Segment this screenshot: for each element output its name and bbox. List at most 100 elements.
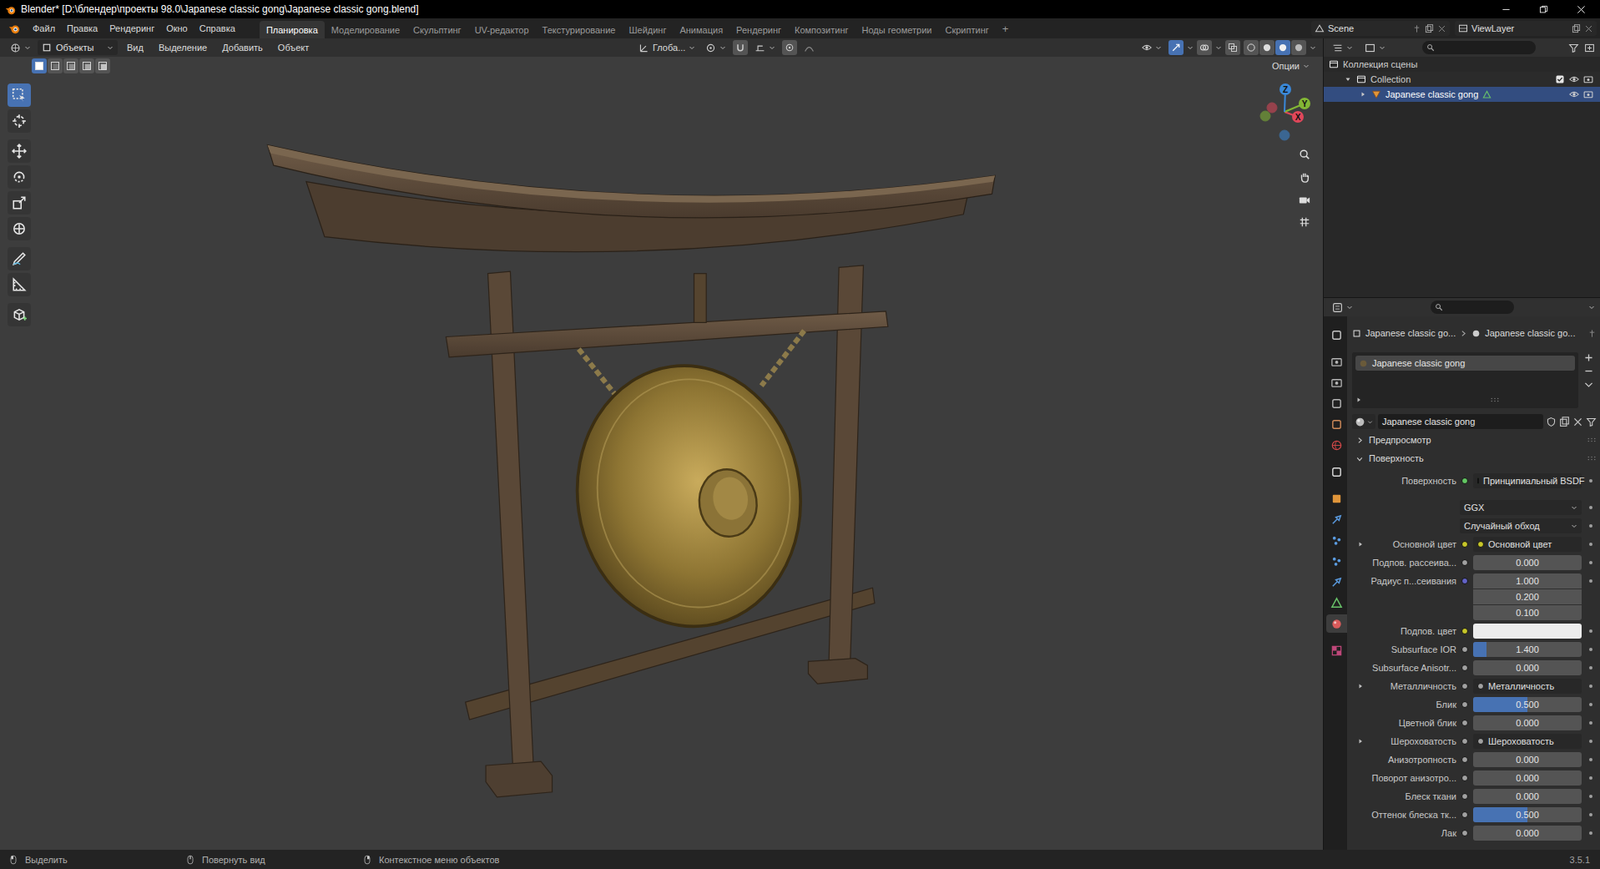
panel-header[interactable]: Поверхность — [1352, 449, 1597, 468]
ortho-toggle-button[interactable] — [1294, 211, 1315, 233]
menu-item[interactable]: Справка — [193, 23, 242, 34]
linked-input[interactable]: Основной цвет — [1473, 536, 1582, 552]
socket-dot[interactable] — [1461, 701, 1469, 708]
options-dropdown[interactable]: Опции — [1266, 58, 1315, 74]
menu-item[interactable]: Рендеринг — [103, 23, 161, 34]
linked-input[interactable]: Принципиальный BSDF — [1473, 473, 1582, 489]
properties-tab[interactable] — [1326, 435, 1348, 455]
keyframe-dot[interactable] — [1589, 721, 1593, 725]
linked-input[interactable]: Шероховатость — [1473, 733, 1582, 749]
mode-dropdown[interactable]: Объекты — [37, 40, 118, 56]
properties-tab[interactable] — [1326, 530, 1348, 550]
close-button[interactable] — [1562, 0, 1600, 19]
panel-header[interactable]: Предпросмотр — [1352, 430, 1597, 450]
dropdown[interactable]: GGX — [1459, 499, 1582, 515]
fake-user-icon[interactable] — [1545, 416, 1557, 428]
viewport-menu[interactable]: Добавить — [216, 42, 269, 53]
filter-icon[interactable] — [1568, 42, 1580, 54]
properties-tab[interactable] — [1326, 551, 1348, 571]
falloff-dropdown[interactable] — [800, 40, 818, 56]
select-mode-button[interactable] — [47, 58, 63, 74]
number-slider[interactable]: 0.000 — [1473, 555, 1582, 571]
keyframe-dot[interactable] — [1589, 479, 1593, 483]
tool-button[interactable] — [7, 272, 31, 297]
keyframe-dot[interactable] — [1589, 812, 1593, 817]
xray-toggle[interactable] — [1225, 40, 1241, 56]
restore-button[interactable] — [1524, 0, 1563, 19]
keyframe-dot[interactable] — [1589, 524, 1593, 528]
shading-mode-button[interactable] — [1243, 40, 1259, 56]
number-slider[interactable]: 1.400 — [1473, 641, 1582, 657]
color-swatch[interactable] — [1473, 623, 1582, 639]
properties-tab[interactable] — [1326, 489, 1348, 508]
duplicate-icon[interactable] — [1559, 416, 1570, 428]
shading-mode-button[interactable] — [1259, 40, 1275, 56]
add-workspace-button[interactable]: + — [995, 19, 1016, 39]
outliner-item[interactable]: Collection — [1323, 71, 1600, 87]
properties-tab[interactable] — [1326, 373, 1348, 392]
properties-tab[interactable] — [1326, 393, 1348, 413]
socket-dot[interactable] — [1461, 719, 1469, 727]
properties-tab[interactable] — [1326, 593, 1348, 612]
number-slider[interactable]: 0.000 — [1473, 825, 1582, 841]
outliner-search[interactable] — [1422, 40, 1536, 55]
tool-button[interactable] — [7, 139, 31, 163]
workspace-tab[interactable]: Моделирование — [324, 20, 407, 39]
tool-button[interactable] — [7, 83, 31, 107]
slot-menu-icon[interactable] — [1583, 378, 1595, 390]
pin-icon[interactable] — [1412, 24, 1422, 34]
unlink-icon[interactable] — [1572, 416, 1584, 428]
view-layer-selector[interactable]: ViewLayer — [1454, 20, 1597, 36]
socket-dot[interactable] — [1461, 577, 1469, 585]
socket-dot[interactable] — [1461, 811, 1469, 818]
vector-field[interactable]: 1.000 — [1473, 573, 1582, 589]
tool-button[interactable] — [7, 109, 31, 133]
copy-icon[interactable] — [1571, 24, 1581, 34]
menu-item[interactable]: Правка — [60, 23, 104, 34]
outliner-item[interactable]: Japanese classic gong — [1323, 86, 1600, 102]
socket-dot[interactable] — [1461, 559, 1469, 566]
remove-slot-icon[interactable] — [1583, 365, 1595, 377]
keyframe-dot[interactable] — [1589, 794, 1593, 798]
workspace-tab[interactable]: Анимация — [672, 20, 730, 39]
keyframe-dot[interactable] — [1589, 776, 1593, 780]
socket-dot[interactable] — [1461, 792, 1469, 800]
viewport-menu[interactable]: Выделение — [152, 42, 213, 53]
linked-input[interactable]: Металличность — [1473, 678, 1582, 694]
keyframe-dot[interactable] — [1589, 702, 1593, 707]
blender-menu[interactable] — [6, 22, 27, 35]
select-mode-button[interactable] — [31, 58, 47, 74]
socket-dot[interactable] — [1461, 540, 1469, 548]
socket-dot[interactable] — [1461, 627, 1469, 635]
camera-view-button[interactable] — [1294, 189, 1315, 210]
pan-button[interactable] — [1294, 166, 1315, 187]
eye-icon[interactable] — [1569, 74, 1580, 85]
vector-field[interactable]: 0.100 — [1473, 605, 1582, 621]
vector-field[interactable]: 0.200 — [1473, 589, 1582, 605]
workspace-tab[interactable]: Рендеринг — [729, 20, 788, 39]
tool-button[interactable] — [7, 191, 31, 215]
render-camera-icon[interactable] — [1583, 89, 1594, 100]
socket-dot[interactable] — [1461, 477, 1469, 485]
keyframe-dot[interactable] — [1589, 666, 1593, 670]
editor-type-button[interactable] — [1328, 299, 1357, 315]
tool-button[interactable] — [7, 165, 31, 189]
properties-tab[interactable] — [1326, 414, 1348, 434]
proportional-toggle[interactable] — [782, 40, 798, 56]
properties-tab[interactable] — [1326, 641, 1348, 660]
snap-dropdown[interactable] — [751, 40, 779, 56]
workspace-tab[interactable]: Скриптинг — [938, 20, 996, 39]
workspace-tab[interactable]: Ноды геометрии — [855, 20, 939, 39]
socket-dot[interactable] — [1461, 682, 1469, 690]
socket-dot[interactable] — [1461, 756, 1469, 763]
keyframe-dot[interactable] — [1589, 505, 1593, 510]
workspace-tab[interactable]: Планировка — [259, 20, 325, 39]
navigation-gizmo[interactable]: XYZ — [1251, 78, 1318, 146]
menu-item[interactable]: Файл — [26, 23, 61, 34]
workspace-tab[interactable]: Композитинг — [787, 20, 856, 39]
menu-item[interactable]: Окно — [160, 23, 194, 34]
properties-tab[interactable] — [1326, 352, 1348, 371]
orientation-dropdown[interactable]: Глоба... — [635, 40, 699, 56]
eye-icon[interactable] — [1141, 42, 1152, 53]
properties-tab[interactable] — [1326, 509, 1348, 529]
